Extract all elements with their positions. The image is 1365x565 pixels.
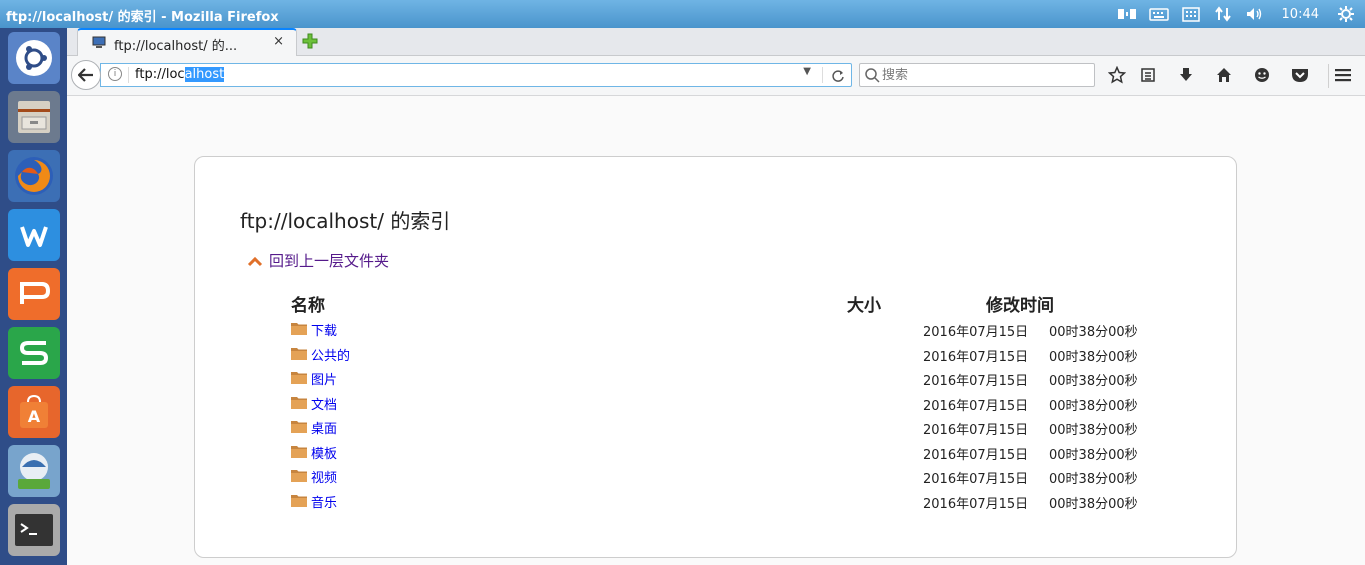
ubuntu-dash-icon[interactable]: [8, 32, 60, 84]
entry-time: 00时38分00秒: [1049, 423, 1138, 438]
entry-time: 00时38分00秒: [1049, 374, 1138, 389]
keyboard-layout-icon[interactable]: [1180, 5, 1202, 23]
entry-link[interactable]: 桌面: [311, 418, 337, 437]
wps-spreadsheets-icon[interactable]: [8, 327, 60, 379]
top-panel: ftp://localhost/ 的索引 - Mozilla Firefox 1…: [0, 0, 1365, 28]
bookmark-star-icon[interactable]: [1106, 64, 1128, 86]
wps-presentation-icon[interactable]: [8, 268, 60, 320]
search-icon: [865, 68, 880, 83]
table-row: 图片 2016年07月15日 00时38分00秒: [291, 369, 1171, 389]
table-row: 下载 2016年07月15日 00时38分00秒: [291, 320, 1171, 340]
launcher: A: [0, 28, 67, 565]
folder-icon: [291, 470, 307, 482]
hamburger-menu-icon[interactable]: [1332, 64, 1354, 86]
entry-link[interactable]: 下载: [311, 320, 337, 339]
folder-icon: [291, 397, 307, 409]
column-header-size[interactable]: 大小: [847, 291, 881, 316]
entry-date: 2016年07月15日: [923, 497, 1029, 512]
downloads-icon[interactable]: [1175, 64, 1197, 86]
hello-chat-icon[interactable]: [1251, 64, 1273, 86]
url-text[interactable]: ftp://localhost: [135, 67, 225, 82]
system-tool-icon[interactable]: [8, 445, 60, 497]
browser-window: ftp://localhost/ 的... × i ftp://localhos…: [67, 28, 1365, 565]
search-input[interactable]: [882, 66, 1082, 84]
bookmarks-menu-icon[interactable]: [1137, 64, 1159, 86]
folder-icon: [291, 323, 307, 335]
tab-active[interactable]: ftp://localhost/ 的... ×: [77, 28, 297, 56]
entry-link[interactable]: 文档: [311, 394, 337, 413]
table-row: 桌面 2016年07月15日 00时38分00秒: [291, 418, 1171, 438]
parent-directory-label[interactable]: 回到上一层文件夹: [269, 250, 389, 271]
window-title: ftp://localhost/ 的索引 - Mozilla Firefox: [6, 10, 279, 25]
directory-listing-panel: ftp://localhost/ 的索引 回到上一层文件夹 名称 大小 修改时间…: [194, 156, 1237, 558]
url-bar[interactable]: i ftp://localhost ▼: [100, 63, 852, 87]
entry-date: 2016年07月15日: [923, 423, 1029, 438]
up-arrow-icon: [247, 256, 263, 266]
terminal-icon[interactable]: [8, 504, 60, 556]
entry-date: 2016年07月15日: [923, 374, 1029, 389]
entry-link[interactable]: 音乐: [311, 492, 337, 511]
keyboard-icon[interactable]: [1148, 5, 1170, 23]
table-row: 音乐 2016年07月15日 00时38分00秒: [291, 492, 1171, 512]
firefox-icon[interactable]: [8, 150, 60, 202]
entry-time: 00时38分00秒: [1049, 399, 1138, 414]
entry-link[interactable]: 公共的: [311, 345, 350, 364]
files-icon[interactable]: [8, 91, 60, 143]
site-info-icon[interactable]: i: [108, 67, 122, 81]
entry-date: 2016年07月15日: [923, 472, 1029, 487]
software-center-icon[interactable]: A: [8, 386, 60, 438]
nav-bar: i ftp://localhost ▼: [67, 56, 1365, 96]
entry-time: 00时38分00秒: [1049, 497, 1138, 512]
pocket-icon[interactable]: [1289, 64, 1311, 86]
search-box[interactable]: [859, 63, 1095, 87]
column-header-name[interactable]: 名称: [291, 291, 325, 316]
page-favicon-icon: [92, 36, 106, 48]
entry-time: 00时38分00秒: [1049, 472, 1138, 487]
folder-icon: [291, 495, 307, 507]
entry-date: 2016年07月15日: [923, 325, 1029, 340]
url-separator: [128, 67, 129, 83]
table-row: 公共的 2016年07月15日 00时38分00秒: [291, 345, 1171, 365]
tiling-icon[interactable]: [1116, 5, 1138, 23]
entry-time: 00时38分00秒: [1049, 448, 1138, 463]
tab-strip: ftp://localhost/ 的... ×: [67, 28, 1365, 56]
url-dropdown-icon[interactable]: ▼: [803, 66, 811, 77]
entry-link[interactable]: 图片: [311, 369, 337, 388]
entry-time: 00时38分00秒: [1049, 350, 1138, 365]
volume-icon[interactable]: [1244, 5, 1266, 23]
network-icon[interactable]: [1212, 5, 1234, 23]
svg-text:A: A: [28, 407, 41, 426]
tab-close-icon[interactable]: ×: [273, 34, 284, 49]
clock[interactable]: 10:44: [1276, 7, 1325, 22]
settings-gear-icon[interactable]: [1335, 5, 1357, 23]
home-icon[interactable]: [1213, 64, 1235, 86]
column-header-modified[interactable]: 修改时间: [986, 291, 1054, 316]
folder-icon: [291, 372, 307, 384]
table-row: 视频 2016年07月15日 00时38分00秒: [291, 467, 1171, 487]
reload-icon[interactable]: [831, 65, 845, 87]
wps-writer-icon[interactable]: [8, 209, 60, 261]
back-arrow-icon: [78, 68, 93, 82]
parent-directory-link[interactable]: 回到上一层文件夹: [247, 250, 389, 271]
entry-link[interactable]: 视频: [311, 467, 337, 486]
entry-link[interactable]: 模板: [311, 443, 337, 462]
url-separator-2: [822, 67, 823, 83]
page-title: ftp://localhost/ 的索引: [240, 209, 451, 233]
new-tab-icon[interactable]: [301, 32, 319, 50]
url-plain: ftp://loc: [135, 67, 185, 82]
system-tray: 10:44: [1116, 0, 1365, 28]
folder-icon: [291, 421, 307, 433]
tab-label: ftp://localhost/ 的...: [114, 39, 238, 54]
entry-date: 2016年07月15日: [923, 448, 1029, 463]
folder-icon: [291, 348, 307, 360]
toolbar-separator: [1328, 64, 1329, 88]
entry-date: 2016年07月15日: [923, 399, 1029, 414]
url-selected: alhost: [184, 67, 225, 82]
folder-icon: [291, 446, 307, 458]
entry-time: 00时38分00秒: [1049, 325, 1138, 340]
table-row: 文档 2016年07月15日 00时38分00秒: [291, 394, 1171, 414]
entry-date: 2016年07月15日: [923, 350, 1029, 365]
back-button[interactable]: [71, 60, 101, 90]
table-row: 模板 2016年07月15日 00时38分00秒: [291, 443, 1171, 463]
